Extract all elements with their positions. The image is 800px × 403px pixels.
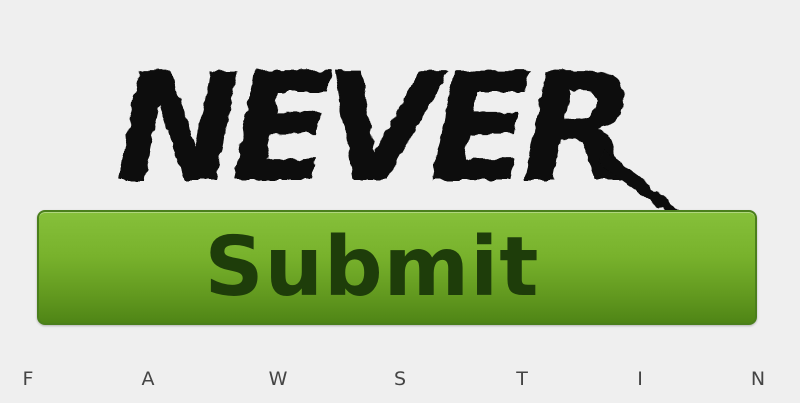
footer-letter: F <box>22 368 34 390</box>
footer-letter: T <box>516 368 528 390</box>
footer-letter: S <box>393 368 407 390</box>
footer-letter: W <box>268 368 288 390</box>
footer-letter: N <box>750 368 766 390</box>
never-logo: NEVER <box>105 30 705 220</box>
never-logo-text: NEVER <box>115 42 627 216</box>
footer-letters: F A W S T I N <box>0 368 800 398</box>
submit-button-label: Submit <box>204 219 540 315</box>
footer-letter: A <box>141 368 155 390</box>
submit-button[interactable]: Submit <box>37 210 757 325</box>
never-logo-graphic: NEVER <box>115 42 690 220</box>
footer-letter: I <box>637 368 643 390</box>
